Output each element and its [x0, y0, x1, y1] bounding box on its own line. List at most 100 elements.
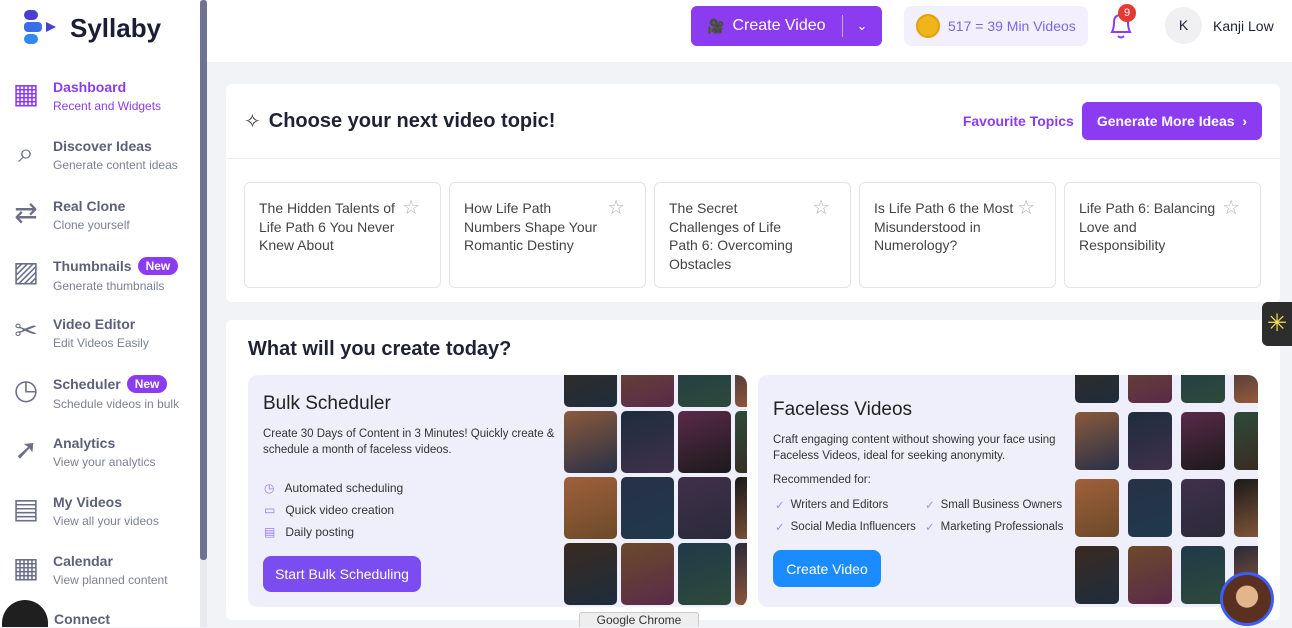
avatar[interactable]: K: [1165, 7, 1202, 44]
generate-more-ideas-button[interactable]: Generate More Ideas ›: [1081, 102, 1262, 140]
create-video-button[interactable]: 🎥 Create Video ⌄: [691, 6, 882, 46]
collage-image: [1075, 546, 1119, 604]
sidebar-item-label: Discover Ideas: [53, 138, 152, 155]
rocket-icon: ➚: [14, 433, 38, 465]
star-icon[interactable]: ☆: [402, 198, 420, 218]
topic-card-item[interactable]: Is Life Path 6 the Most Misunderstood in…: [859, 182, 1056, 288]
syllaby-logo-icon: [24, 10, 56, 44]
collage-image: [1075, 375, 1119, 403]
sidebar-scrollbar[interactable]: [200, 0, 207, 627]
sidebar-item-thumbnails[interactable]: ▨ Thumbnails New Generate thumbnails: [0, 250, 200, 309]
grid-icon: ▦: [12, 78, 40, 109]
collage-image: [564, 375, 617, 407]
audience: Marketing Professionals: [940, 521, 1064, 533]
collage-image: [1128, 479, 1172, 537]
widget-tab-icon[interactable]: ✳: [1262, 302, 1292, 346]
chevron-down-icon[interactable]: ⌄: [857, 18, 868, 34]
feature: Quick video creation: [285, 503, 395, 517]
sidebar-item-video-editor[interactable]: ✂ Video Editor Edit Videos Easily: [0, 309, 200, 368]
topic-card-item[interactable]: Life Path 6: Balancing Love and Responsi…: [1064, 182, 1261, 288]
collage-image: [1181, 375, 1225, 403]
topic-card-item[interactable]: The Secret Challenges of Life Path 6: Ov…: [654, 182, 851, 288]
create-title: What will you create today?: [248, 338, 512, 360]
collage-image: [678, 477, 731, 539]
sidebar-item-label: Dashboard: [53, 79, 127, 95]
topic-title: Choose your next video topic!: [268, 109, 556, 132]
sidebar-item-my-videos[interactable]: ▤ My Videos View all your videos: [0, 487, 200, 546]
swap-icon: ⇄: [14, 196, 38, 228]
topic-card-item[interactable]: The Hidden Talents of Life Path 6 You Ne…: [244, 182, 441, 288]
sidebar-item-sub: View all your videos: [53, 514, 159, 529]
faceless-videos-panel: Faceless Videos Craft engaging content w…: [758, 375, 1258, 607]
collage-image: [621, 375, 674, 407]
sidebar-item-sub: Clone yourself: [53, 217, 130, 232]
collage-image: [1128, 375, 1172, 403]
faceless-desc: Craft engaging content without showing y…: [773, 434, 1056, 462]
collage-image: [735, 477, 747, 539]
topic-text: The Secret Challenges of Life Path 6: Ov…: [669, 200, 793, 273]
sidebar-item-label: Real Clone: [53, 197, 126, 214]
sidebar-item-label: Analytics: [53, 434, 116, 451]
create-video-faceless-button[interactable]: Create Video: [773, 550, 881, 587]
faceless-image-collage: [1075, 375, 1258, 604]
bulk-desc: Create 30 Days of Content in 3 Minutes! …: [263, 428, 555, 456]
sidebar-item-real-clone[interactable]: ⇄ Real Clone Clone yourself: [0, 191, 200, 250]
collage-image: [621, 411, 674, 473]
recommended-label: Recommended for:: [773, 474, 871, 486]
bulk-title: Bulk Scheduler: [263, 393, 391, 414]
support-avatar[interactable]: [1220, 572, 1274, 626]
calendar-icon: ▦: [12, 552, 40, 584]
sidebar-item-label: Video Editor: [53, 316, 136, 333]
scissors-icon: ✂: [14, 315, 38, 347]
topic-text: The Hidden Talents of Life Path 6 You Ne…: [259, 200, 395, 254]
collage-image: [1075, 479, 1119, 537]
collage-image: [621, 477, 674, 539]
coin-icon: [916, 14, 940, 38]
collage-image: [564, 411, 617, 473]
collage-image: [564, 543, 617, 605]
credits-badge[interactable]: 517 = 39 Min Videos: [904, 6, 1088, 46]
collage-image: [678, 411, 731, 473]
image-icon: ▨: [12, 255, 40, 287]
star-icon[interactable]: ☆: [812, 198, 830, 218]
videos-icon: ▤: [12, 493, 40, 525]
sidebar-item-sub: View planned content: [53, 573, 168, 588]
topic-card-item[interactable]: How Life Path Numbers Shape Your Romanti…: [449, 182, 646, 288]
sidebar-item-calendar[interactable]: ▦ Calendar View planned content: [0, 546, 200, 605]
video-icon: ▭: [264, 503, 276, 517]
collage-image: [1234, 375, 1258, 403]
create-card: What will you create today? Bulk Schedul…: [226, 320, 1280, 620]
sidebar-item-dashboard[interactable]: ▦ Dashboard Recent and Widgets: [0, 72, 200, 131]
bulk-scheduler-panel: Bulk Scheduler Create 30 Days of Content…: [248, 375, 747, 607]
search-icon: ⌕: [18, 137, 34, 169]
sidebar: Syllaby ▦ Dashboard Recent and Widgets ⌕ Dis…: [0, 0, 200, 627]
tooltip: Google Chrome: [579, 612, 699, 627]
sidebar-item-label: Thumbnails: [53, 257, 132, 274]
star-icon[interactable]: ☆: [1017, 198, 1035, 218]
create-video-label: Create Video: [732, 17, 826, 34]
sidebar-item-discover-ideas[interactable]: ⌕ Discover Ideas Generate content ideas: [0, 131, 200, 190]
favourite-topics-link[interactable]: Favourite Topics: [963, 113, 1074, 129]
star-icon[interactable]: ☆: [607, 198, 625, 218]
sidebar-item-scheduler[interactable]: ◷ Scheduler New Schedule videos in bulk: [0, 368, 200, 427]
star-icon[interactable]: ☆: [1222, 198, 1240, 218]
new-badge: New: [137, 256, 179, 275]
sidebar-item-label: My Videos: [53, 494, 122, 511]
logo[interactable]: Syllaby: [22, 10, 161, 46]
sidebar-item-sub: Generate thumbnails: [53, 278, 165, 293]
collage-image: [1234, 412, 1258, 470]
camera-icon: 🎥: [707, 17, 725, 34]
app-name: Syllaby: [70, 12, 162, 43]
collage-image: [1075, 412, 1119, 470]
collage-image: [735, 543, 747, 605]
connect-label: Connect: [54, 611, 110, 627]
start-bulk-scheduling-button[interactable]: Start Bulk Scheduling: [263, 556, 421, 592]
sidebar-item-connect[interactable]: Connect: [0, 600, 110, 627]
sidebar-item-label: Calendar: [53, 553, 113, 570]
sidebar-item-analytics[interactable]: ➚ Analytics View your analytics: [0, 428, 200, 487]
clock-icon: ◷: [264, 481, 275, 495]
bulk-image-collage: [564, 375, 747, 605]
collage-image: [1181, 412, 1225, 470]
user-name[interactable]: Kanji Low: [1213, 18, 1274, 34]
collage-image: [1234, 479, 1258, 537]
